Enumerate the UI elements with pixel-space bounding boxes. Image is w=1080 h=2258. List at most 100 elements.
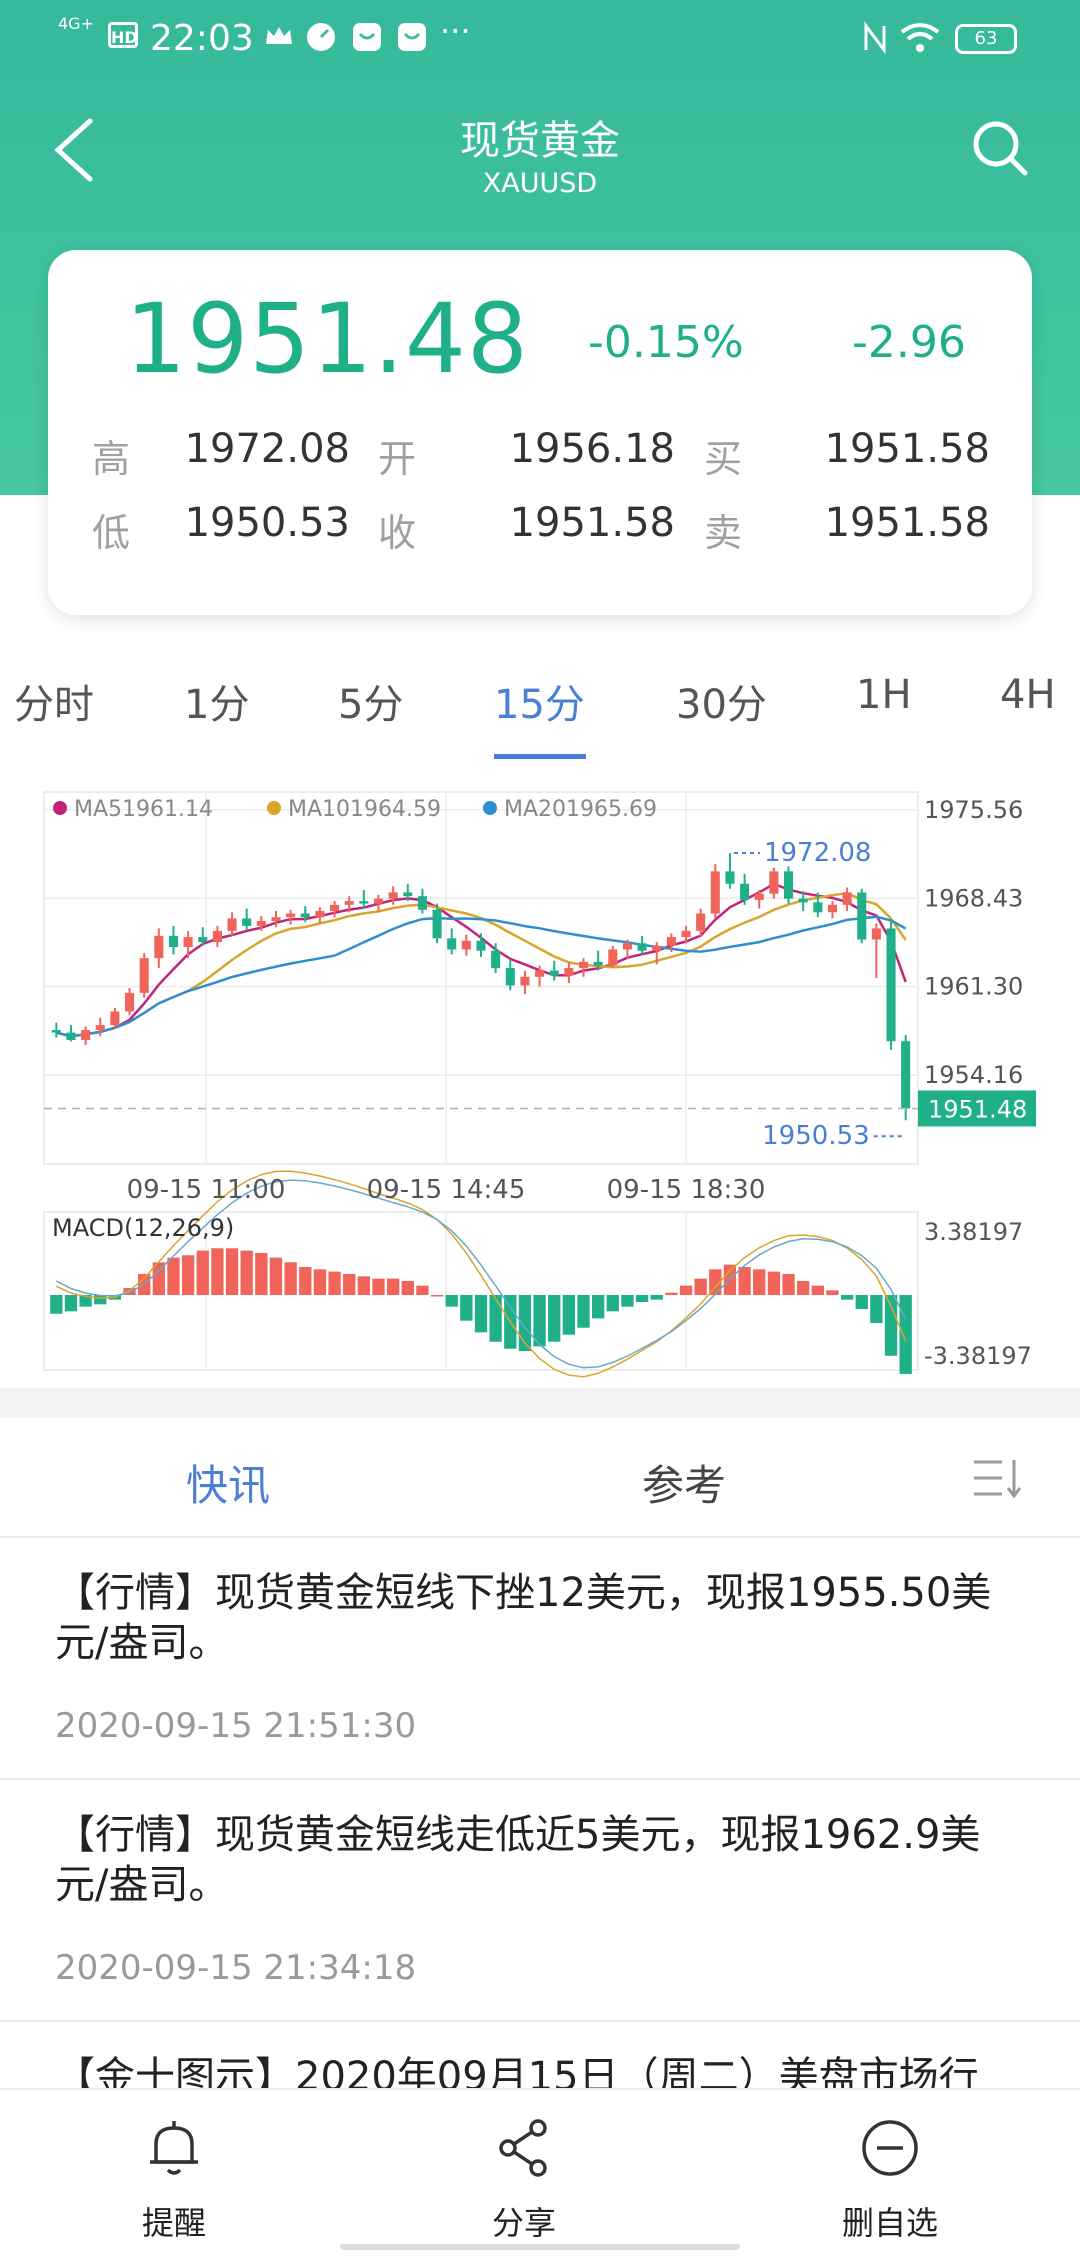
macd-bar — [167, 1257, 180, 1295]
candle-body — [315, 911, 325, 918]
tab-reference[interactable]: 参考 — [642, 1452, 726, 1513]
tab-timeshare[interactable]: 分时 — [14, 672, 94, 730]
hd-badge: HD — [108, 22, 138, 48]
tab-30min[interactable]: 30分 — [676, 672, 767, 730]
share-button[interactable]: 分享 — [424, 2090, 624, 2258]
app-notification-icon — [398, 23, 426, 51]
macd-bar — [328, 1271, 341, 1295]
candle-body — [652, 945, 662, 951]
candle-body — [125, 992, 135, 1012]
active-tab-indicator — [494, 754, 586, 759]
tab-5min[interactable]: 5分 — [338, 672, 403, 730]
candle-body — [783, 871, 794, 899]
kline-chart[interactable]: 1975.56 1968.43 1961.30 1954.16 MA51961.14 MA… — [0, 780, 1080, 1380]
news-text: 【行情】现货黄金短线下挫12美元，现报1955.50美元/盎司。 — [55, 1570, 992, 1666]
symbol-code: XAUUSD — [482, 168, 598, 199]
macd-label: MACD(12,26,9) — [52, 1214, 234, 1242]
clock: 22:03 — [150, 18, 254, 59]
candle-body — [95, 1025, 105, 1031]
macd-bar — [782, 1273, 795, 1295]
last-price: 1951.48 — [125, 283, 529, 395]
legend-label: MA51961.14 — [74, 797, 213, 822]
macd-bar — [460, 1295, 473, 1321]
legend-dot — [483, 801, 497, 815]
candle-body — [505, 968, 515, 986]
macd-bar — [489, 1295, 502, 1342]
ask-label: 卖 — [704, 511, 743, 555]
macd-bar — [562, 1295, 576, 1335]
remind-button[interactable]: 提醒 — [74, 2090, 274, 2258]
candle-body — [66, 1032, 76, 1040]
macd-bar — [50, 1295, 63, 1314]
macd-bar — [694, 1278, 707, 1295]
crown-icon — [266, 27, 292, 44]
change-value: -2.96 — [852, 317, 966, 368]
x-tick-label: 09-15 18:30 — [607, 1175, 766, 1205]
news-time: 2020-09-15 21:34:18 — [55, 1948, 417, 1988]
news-time: 2020-09-15 21:51:30 — [55, 1706, 417, 1746]
macd-bar — [650, 1295, 663, 1300]
legend-label: MA101964.59 — [288, 797, 441, 822]
open-label: 开 — [378, 437, 417, 481]
candle-body — [344, 901, 354, 905]
minus-circle-icon — [862, 2120, 918, 2176]
low-marker-label: 1950.53 — [762, 1121, 870, 1151]
tab-1min[interactable]: 1分 — [184, 672, 249, 730]
macd-bar — [592, 1295, 605, 1319]
macd-bar — [343, 1273, 356, 1295]
tab-1h[interactable]: 1H — [856, 672, 912, 718]
candle-body — [564, 968, 574, 976]
candle-body — [198, 937, 208, 943]
macd-bar — [899, 1295, 912, 1374]
change-percent: -0.15% — [588, 317, 744, 368]
search-icon[interactable] — [970, 118, 1030, 178]
candle-body — [330, 904, 340, 912]
candle-body — [168, 935, 179, 947]
nfc-icon — [864, 21, 886, 55]
news-text: 【金十图示】2020年09月15日（周二）美盘市场行 — [55, 2054, 979, 2092]
bid-value: 1951.58 — [824, 426, 990, 472]
macd-bar — [474, 1295, 488, 1333]
macd-bar — [445, 1295, 458, 1307]
high-value: 1972.08 — [184, 426, 350, 472]
sort-list-icon[interactable] — [970, 1456, 1026, 1500]
macd-bar — [313, 1269, 327, 1295]
candle-body — [461, 940, 471, 950]
page-title: 现货黄金 — [460, 118, 620, 164]
candle-body — [403, 892, 413, 897]
macd-tick-label: -3.38197 — [924, 1342, 1032, 1370]
candle-body — [359, 901, 369, 904]
candle-body — [813, 902, 823, 913]
tab-flash-news[interactable]: 快讯 — [186, 1452, 270, 1513]
macd-bar — [635, 1295, 649, 1303]
candle-body — [578, 961, 589, 969]
news-item[interactable]: 【行情】现货黄金短线走低近5美元，现报1962.9美元/盎司。 2020-09-… — [0, 1780, 1080, 2022]
bottom-action-bar: 提醒 分享 删自选 — [0, 2088, 1080, 2258]
candle-body — [798, 898, 808, 903]
news-item[interactable]: 【行情】现货黄金短线下挫12美元，现报1955.50美元/盎司。 2020-09… — [0, 1538, 1080, 1780]
macd-tick-label: 3.38197 — [924, 1218, 1023, 1246]
macd-bar — [767, 1271, 781, 1295]
remove-watchlist-label: 删自选 — [841, 2204, 938, 2242]
close-value: 1951.58 — [509, 500, 675, 546]
candle-body — [388, 892, 398, 899]
news-tabs: 快讯 参考 — [0, 1418, 1080, 1538]
macd-bar — [753, 1269, 766, 1295]
macd-bar — [284, 1262, 297, 1295]
news-text: 【行情】现货黄金短线走低近5美元，现报1962.9美元/盎司。 — [55, 1812, 981, 1908]
candle-body — [447, 938, 457, 950]
tab-4h[interactable]: 4H — [1000, 672, 1056, 718]
tab-15min[interactable]: 15分 — [494, 672, 585, 730]
news-item[interactable]: 【金十图示】2020年09月15日（周二）美盘市场行 — [0, 2022, 1080, 2092]
high-label: 高 — [92, 437, 131, 481]
candle-body — [710, 871, 720, 914]
remove-watchlist-button[interactable]: 删自选 — [790, 2090, 990, 2258]
candle-body — [183, 937, 193, 947]
home-indicator — [340, 2244, 740, 2250]
network-indicator: 4G+ — [58, 14, 94, 33]
macd-bar — [679, 1285, 693, 1295]
battery-indicator: 63 — [955, 24, 1017, 54]
share-icon — [499, 2119, 547, 2177]
macd-bar — [386, 1278, 400, 1295]
wifi-icon — [900, 23, 940, 52]
